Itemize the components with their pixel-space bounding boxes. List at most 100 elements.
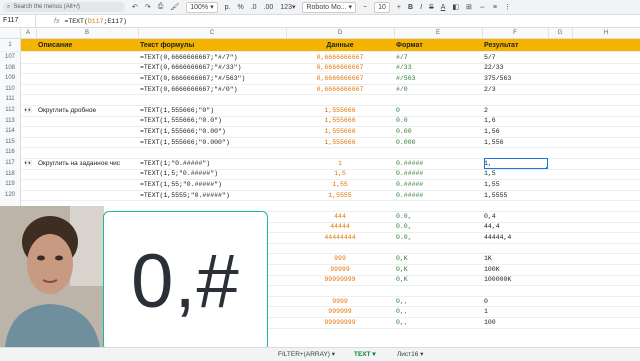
cell-formula-text[interactable]: =TEXT(1,555666;"0") — [140, 105, 286, 116]
cell-description[interactable] — [38, 126, 138, 137]
align-icon[interactable]: ≡ — [493, 4, 497, 11]
cell-description[interactable] — [38, 63, 138, 74]
font-select[interactable]: Roboto Mo... ▾ — [302, 1, 357, 13]
cell-format[interactable]: 0.000 — [396, 137, 482, 148]
currency-button[interactable]: р. — [225, 4, 231, 11]
row-number[interactable]: 116 — [0, 147, 21, 158]
cell-description[interactable] — [38, 116, 138, 127]
borders-icon[interactable]: ⊞ — [466, 3, 472, 11]
cell-description[interactable]: Округлить дробное — [38, 105, 138, 116]
cell-formula-text[interactable]: =TEXT(1,5;"0.#####") — [140, 169, 286, 180]
formula-input[interactable]: =TEXT(D117;E117) — [64, 18, 126, 25]
row-number[interactable]: 119 — [0, 179, 21, 190]
cell-formula-text[interactable]: =TEXT(1,555666;"0.00") — [140, 126, 286, 137]
strikethrough-button[interactable]: S — [429, 4, 434, 11]
cell-formula-text[interactable]: =TEXT(0,6666666667;"#/0") — [140, 84, 286, 95]
cell-description[interactable] — [38, 94, 138, 105]
tab-filter-array[interactable]: FILTER+(ARRAY) ▾ — [278, 350, 335, 358]
cell-description[interactable] — [38, 52, 138, 63]
redo-icon[interactable]: ↷ — [145, 3, 151, 11]
selected-cell[interactable]: 1, — [484, 158, 548, 169]
cell-data[interactable]: 999999 — [286, 306, 394, 317]
cell-data[interactable]: 444 — [286, 211, 394, 222]
col-header-g[interactable]: G — [548, 28, 573, 38]
col-header-h[interactable]: H — [572, 28, 640, 38]
cell-format[interactable]: 0.0, — [396, 222, 482, 233]
cell-description[interactable] — [38, 179, 138, 190]
cell-result[interactable]: 44444,4 — [484, 232, 548, 243]
cell-format[interactable]: 0 — [396, 105, 482, 116]
cell-data[interactable]: 44444 — [286, 222, 394, 233]
cell-result[interactable]: 1,56 — [484, 126, 548, 137]
cell-result[interactable] — [484, 147, 548, 158]
cell-result[interactable]: 1,6 — [484, 116, 548, 127]
more-icon[interactable]: ⋮ — [504, 3, 511, 11]
select-all-corner[interactable] — [0, 28, 21, 38]
cell-description[interactable] — [38, 73, 138, 84]
cell-format[interactable]: 0.##### — [396, 190, 482, 201]
row-number[interactable]: 110 — [0, 83, 21, 95]
row-number[interactable]: 115 — [0, 136, 21, 148]
cell-result[interactable]: 1,556 — [484, 137, 548, 148]
cell-result[interactable]: 5/7 — [484, 52, 548, 63]
header-format[interactable]: Формат — [396, 39, 482, 51]
cell-data[interactable]: 1,555666 — [286, 116, 394, 127]
cell-formula-text[interactable]: =TEXT(1,555666;"0.0") — [140, 116, 286, 127]
row-number[interactable]: 118 — [0, 168, 21, 180]
cell-data[interactable]: 99999999 — [286, 275, 394, 286]
cell-result[interactable]: 375/563 — [484, 73, 548, 84]
cell-format[interactable] — [396, 147, 482, 158]
cell-result[interactable]: 1,5555 — [484, 190, 548, 201]
cell-formula-text[interactable]: =TEXT(1,555666;"0.000") — [140, 137, 286, 148]
cell-result[interactable] — [484, 285, 548, 296]
header-data[interactable]: Данные — [286, 39, 394, 51]
cell-data[interactable] — [286, 200, 394, 211]
merge-icon[interactable]: ⇔ — [479, 4, 486, 11]
cell-result[interactable]: 1,5 — [484, 169, 548, 180]
font-size-increase[interactable]: + — [397, 4, 401, 11]
row-number[interactable]: 107 — [0, 52, 21, 63]
cell-result[interactable]: 100000K — [484, 275, 548, 286]
cell-data[interactable]: 1,5 — [286, 169, 394, 180]
cell-description[interactable] — [38, 147, 138, 158]
font-size-input[interactable]: 10 — [374, 1, 390, 13]
cell-result[interactable] — [484, 94, 548, 105]
row-number[interactable]: 109 — [0, 73, 21, 84]
bold-button[interactable]: B — [408, 4, 413, 11]
cell-data[interactable]: 1,555666 — [286, 126, 394, 137]
cell-description[interactable] — [38, 169, 138, 180]
cell-data[interactable]: 1,5555 — [286, 190, 394, 201]
cell-format[interactable] — [396, 94, 482, 105]
cell-format[interactable]: 0.##### — [396, 169, 482, 180]
row-number[interactable]: 108 — [0, 62, 21, 74]
cell-format[interactable]: #/0 — [396, 84, 482, 95]
cell-format[interactable] — [396, 243, 482, 254]
col-header-e[interactable]: E — [394, 28, 483, 38]
name-box[interactable]: F117 — [0, 15, 36, 27]
cell-result[interactable]: 0 — [484, 296, 548, 307]
cell-result[interactable]: 22/33 — [484, 63, 548, 74]
row-number[interactable]: 113 — [0, 115, 21, 127]
tab-text[interactable]: TEXT ▾ — [354, 350, 376, 358]
cell-data[interactable]: 999 — [286, 253, 394, 264]
cell-result[interactable]: 2 — [484, 105, 548, 116]
header-formula-text[interactable]: Текст формулы — [140, 39, 286, 51]
cell-format[interactable]: #/7 — [396, 52, 482, 63]
cell-data[interactable]: 1,555666 — [286, 105, 394, 116]
cell-data[interactable]: 99999999 — [286, 317, 394, 328]
menu-search[interactable]: ⌕ Search the menus (Alt+/) — [3, 2, 125, 12]
row-number[interactable]: 117 — [0, 158, 21, 169]
cell-format[interactable]: 0,K — [396, 264, 482, 275]
row-number[interactable]: 112 — [0, 105, 21, 116]
cell-data[interactable] — [286, 285, 394, 296]
cell-result[interactable]: 1 — [484, 306, 548, 317]
row-number[interactable]: 120 — [0, 189, 21, 201]
cell-format[interactable] — [396, 285, 482, 296]
cell-data[interactable]: 44444444 — [286, 232, 394, 243]
cell-data[interactable]: 0,6666666667 — [286, 84, 394, 95]
cell-result[interactable] — [484, 243, 548, 254]
cell-data[interactable] — [286, 243, 394, 254]
cell-data[interactable] — [286, 147, 394, 158]
cell-formula-text[interactable] — [140, 94, 286, 105]
cell-format[interactable]: 0.0, — [396, 232, 482, 243]
